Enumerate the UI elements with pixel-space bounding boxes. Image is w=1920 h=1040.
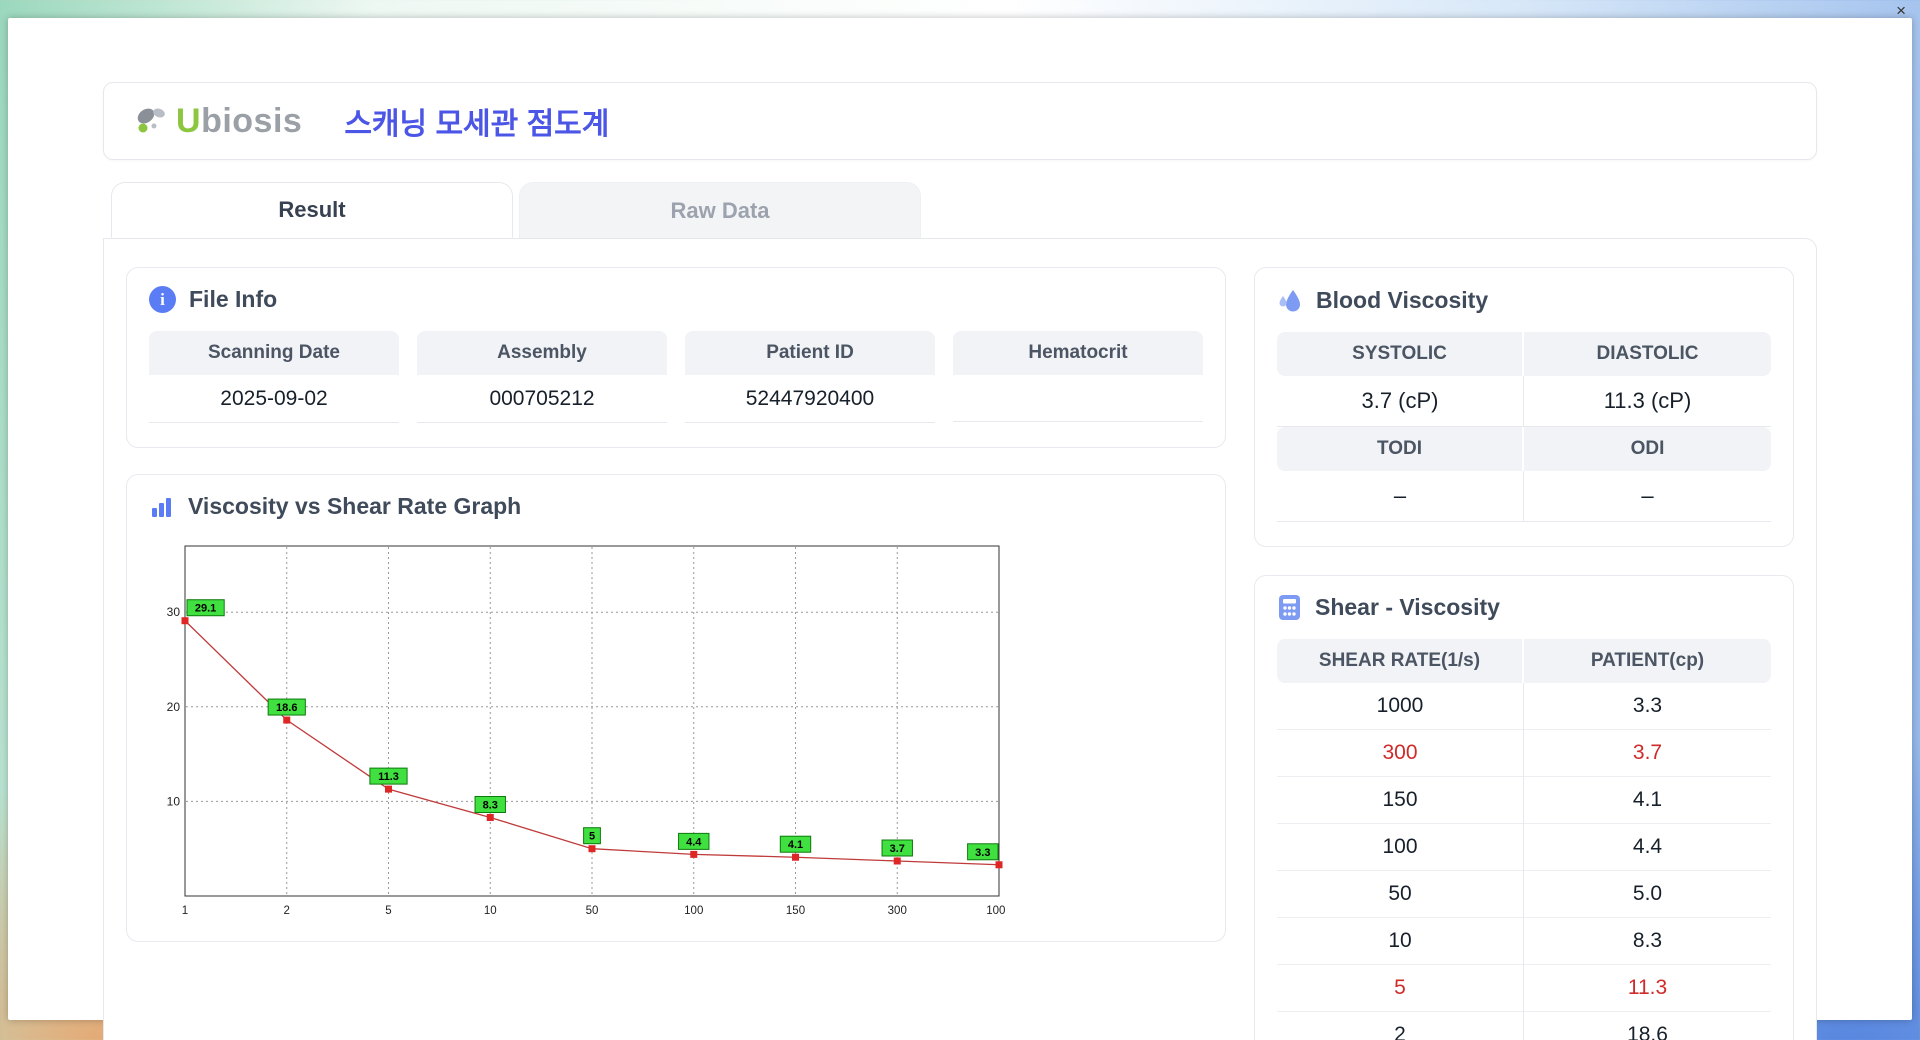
blood-viscosity-title: Blood Viscosity xyxy=(1316,286,1489,313)
field-scanning-date: Scanning Date 2025-09-02 xyxy=(149,331,399,423)
field-value: 2025-09-02 xyxy=(149,375,399,423)
field-label: Patient ID xyxy=(685,331,935,375)
svg-text:3.7: 3.7 xyxy=(890,843,905,855)
shear-rate-cell: 50 xyxy=(1277,871,1524,918)
svg-text:50: 50 xyxy=(586,905,599,917)
column-header-patient: PATIENT(cp) xyxy=(1524,639,1771,683)
svg-text:10: 10 xyxy=(167,794,181,808)
column-header-shear-rate: SHEAR RATE(1/s) xyxy=(1277,639,1524,683)
file-info-fields: Scanning Date 2025-09-02 Assembly 000705… xyxy=(149,331,1203,423)
patient-cell: 5.0 xyxy=(1524,871,1771,918)
viscosity-graph-panel: Viscosity vs Shear Rate Graph 10 20 30 1 2 5 1… xyxy=(126,474,1226,942)
systolic-label: SYSTOLIC xyxy=(1277,332,1524,376)
right-column: Blood Viscosity SYSTOLIC DIASTOLIC 3.7 (… xyxy=(1254,267,1794,1040)
tab-bar: Result Raw Data xyxy=(103,182,1817,238)
content-area: i File Info Scanning Date 2025-09-02 Ass… xyxy=(103,238,1817,1040)
blood-viscosity-grid: SYSTOLIC DIASTOLIC 3.7 (cP) 11.3 (cP) TO… xyxy=(1277,332,1771,522)
diastolic-label: DIASTOLIC xyxy=(1524,332,1771,376)
svg-text:4.1: 4.1 xyxy=(788,839,803,851)
field-label: Hematocrit xyxy=(953,331,1203,375)
field-value: 000705212 xyxy=(417,375,667,423)
svg-text:18.6: 18.6 xyxy=(276,702,297,714)
svg-text:100: 100 xyxy=(684,905,703,917)
svg-text:300: 300 xyxy=(888,905,907,917)
field-label: Assembly xyxy=(417,331,667,375)
blood-viscosity-title-row: Blood Viscosity xyxy=(1277,286,1771,314)
field-label: Scanning Date xyxy=(149,331,399,375)
patient-cell: 3.3 xyxy=(1524,683,1771,730)
close-icon[interactable]: × xyxy=(1896,1,1906,21)
svg-text:5: 5 xyxy=(385,905,391,917)
patient-cell: 4.4 xyxy=(1524,824,1771,871)
bar-chart-icon xyxy=(149,494,175,520)
logo-leaf-icon xyxy=(134,104,172,138)
graph-title-row: Viscosity vs Shear Rate Graph xyxy=(149,493,1203,520)
tab-result[interactable]: Result xyxy=(111,182,513,238)
svg-text:2: 2 xyxy=(284,905,290,917)
logo-text: Ubiosis xyxy=(176,102,302,141)
svg-text:5: 5 xyxy=(589,831,595,843)
svg-text:30: 30 xyxy=(167,605,181,619)
todi-value: – xyxy=(1277,471,1524,522)
shear-rate-cell: 10 xyxy=(1277,918,1524,965)
shear-rate-cell: 5 xyxy=(1277,965,1524,1012)
shear-rate-cell: 150 xyxy=(1277,777,1524,824)
svg-text:1000: 1000 xyxy=(986,905,1005,917)
logo-text-rest: biosis xyxy=(201,101,303,140)
svg-text:150: 150 xyxy=(786,905,805,917)
shear-viscosity-table: SHEAR RATE(1/s) PATIENT(cp) 1000 3.3 300 3.… xyxy=(1277,639,1771,1040)
viscosity-chart: 10 20 30 1 2 5 10 50 100 150 300 1000 29.1 18.6 11.3 8.… xyxy=(155,538,1203,927)
logo-text-u: U xyxy=(176,101,202,140)
file-info-title-row: i File Info xyxy=(149,286,1203,313)
header: Ubiosis 스캐닝 모세관 점도계 xyxy=(103,82,1817,160)
file-info-title: File Info xyxy=(189,286,278,312)
left-column: i File Info Scanning Date 2025-09-02 Ass… xyxy=(126,267,1226,942)
file-info-panel: i File Info Scanning Date 2025-09-02 Ass… xyxy=(126,267,1226,448)
patient-cell: 8.3 xyxy=(1524,918,1771,965)
shear-rate-cell: 100 xyxy=(1277,824,1524,871)
diastolic-value: 11.3 (cP) xyxy=(1524,376,1771,427)
svg-text:11.3: 11.3 xyxy=(378,771,399,783)
patient-cell: 11.3 xyxy=(1524,965,1771,1012)
patient-cell: 3.7 xyxy=(1524,730,1771,777)
shear-rate-cell: 2 xyxy=(1277,1012,1524,1040)
svg-text:4.4: 4.4 xyxy=(686,836,702,848)
shear-viscosity-panel: Shear - Viscosity SHEAR RATE(1/s) PATIEN… xyxy=(1254,575,1794,1040)
logo: Ubiosis xyxy=(134,102,302,141)
field-assembly: Assembly 000705212 xyxy=(417,331,667,423)
patient-cell: 4.1 xyxy=(1524,777,1771,824)
systolic-value: 3.7 (cP) xyxy=(1277,376,1524,427)
field-patient-id: Patient ID 52447920400 xyxy=(685,331,935,423)
blood-viscosity-panel: Blood Viscosity SYSTOLIC DIASTOLIC 3.7 (… xyxy=(1254,267,1794,547)
todi-label: TODI xyxy=(1277,427,1524,471)
tab-raw-data[interactable]: Raw Data xyxy=(519,182,921,238)
info-icon: i xyxy=(149,286,176,313)
svg-text:8.3: 8.3 xyxy=(483,799,498,811)
page-title: 스캐닝 모세관 점도계 xyxy=(344,108,610,141)
shear-viscosity-title: Shear - Viscosity xyxy=(1315,594,1500,620)
droplet-icon xyxy=(1277,286,1303,314)
field-value xyxy=(953,375,1203,422)
odi-label: ODI xyxy=(1524,427,1771,471)
shear-viscosity-title-row: Shear - Viscosity xyxy=(1277,594,1771,621)
patient-cell: 18.6 xyxy=(1524,1012,1771,1040)
svg-text:29.1: 29.1 xyxy=(195,603,216,615)
svg-text:1: 1 xyxy=(182,905,188,917)
svg-text:20: 20 xyxy=(167,700,181,714)
app-window: Ubiosis 스캐닝 모세관 점도계 Result Raw Data i Fi… xyxy=(8,18,1912,1040)
field-value: 52447920400 xyxy=(685,375,935,423)
field-hematocrit: Hematocrit xyxy=(953,331,1203,423)
graph-title: Viscosity vs Shear Rate Graph xyxy=(188,493,522,519)
calculator-icon xyxy=(1277,594,1302,621)
shear-rate-cell: 1000 xyxy=(1277,683,1524,730)
svg-text:10: 10 xyxy=(484,905,497,917)
shear-rate-cell: 300 xyxy=(1277,730,1524,777)
svg-text:3.3: 3.3 xyxy=(975,847,990,859)
odi-value: – xyxy=(1524,471,1771,522)
